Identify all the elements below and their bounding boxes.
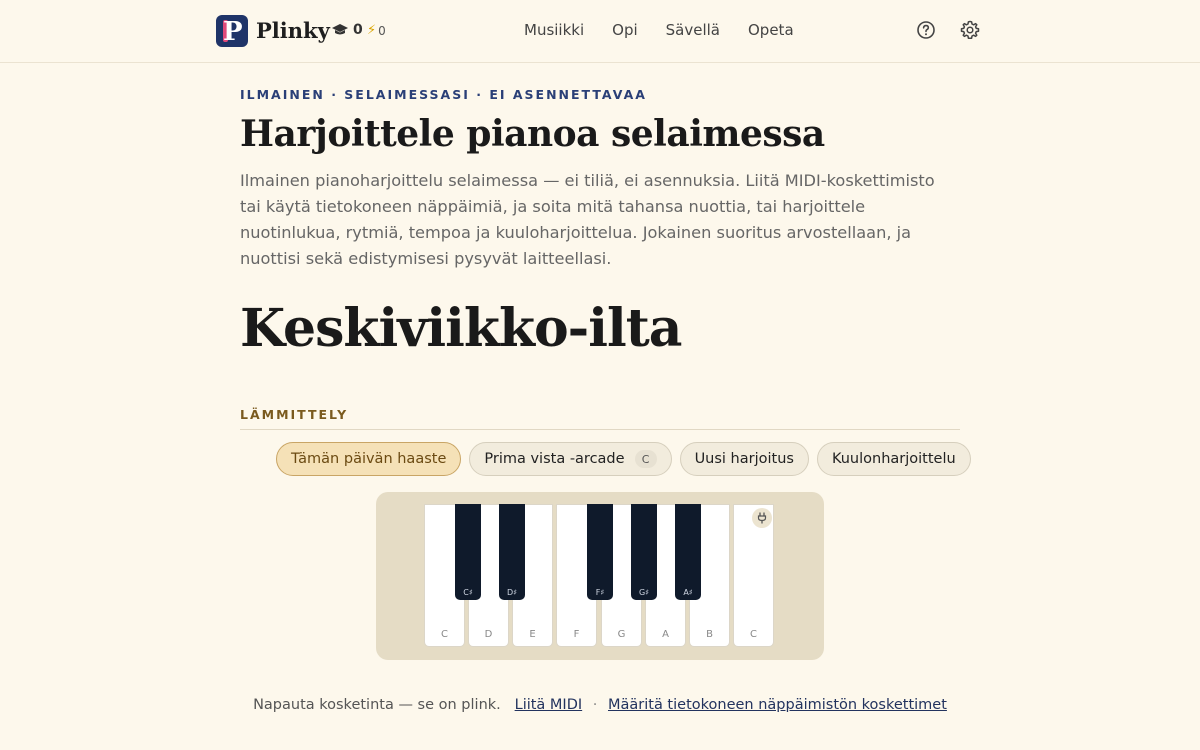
chip-label: Uusi harjoitus [694, 451, 794, 467]
top-bar: P Plinky 0 ⚡ 0 Musiikki Opi Sävellä Opet… [0, 0, 1200, 63]
lessons-stat: 0 [332, 22, 363, 38]
black-key[interactable]: A♯ [675, 504, 701, 600]
key-label: A [662, 629, 669, 640]
warmup-label: LÄMMITTELY [240, 407, 349, 422]
black-key[interactable]: G♯ [631, 504, 657, 600]
key-label: G♯ [638, 588, 650, 597]
key-label: D [484, 629, 493, 640]
black-key[interactable]: D♯ [499, 504, 525, 600]
nav-item-opeta[interactable]: Opeta [748, 21, 794, 39]
gear-icon[interactable] [960, 20, 980, 40]
chip-label: Kuulonharjoittelu [831, 451, 956, 467]
piano-keyboard: C D E F G A B C C♯ D♯ F♯ G♯ A♯ [376, 492, 824, 660]
section-divider [240, 429, 960, 430]
key-label: D♯ [506, 588, 518, 597]
lessons-count: 0 [353, 22, 363, 38]
chip-sight-reading-arcade[interactable]: Prima vista -arcade C [469, 442, 672, 476]
key-label: B [706, 629, 713, 640]
key-label: F♯ [595, 588, 605, 597]
hint-text: Napauta kosketinta — se on plink. [253, 697, 501, 713]
midi-plug-button[interactable] [752, 508, 772, 528]
piano-hint: Napauta kosketinta — se on plink. Liitä … [0, 697, 1200, 713]
key-label: A♯ [683, 588, 693, 597]
chip-ear-training[interactable]: Kuulonharjoittelu [816, 442, 971, 476]
key-label: C♯ [463, 588, 473, 597]
plug-icon [757, 512, 767, 524]
map-keyboard-keys-link[interactable]: Määritä tietokoneen näppäimistön koskett… [608, 697, 947, 713]
key-label: E [529, 629, 536, 640]
key-badge: C [634, 450, 657, 468]
chip-new-exercise[interactable]: Uusi harjoitus [679, 442, 809, 476]
brand-name[interactable]: Plinky [256, 18, 330, 43]
key-label: G [617, 629, 626, 640]
plinky-logo-icon[interactable]: P [216, 15, 248, 47]
page-title: Harjoittele pianoa selaimessa [240, 113, 825, 155]
graduation-cap-icon [332, 24, 348, 35]
warmup-chips: Tämän päivän haaste Prima vista -arcade … [276, 442, 971, 476]
separator: · [592, 697, 598, 713]
chip-daily-challenge[interactable]: Tämän päivän haaste [276, 442, 462, 476]
streak-stat: ⚡ 0 [367, 23, 386, 38]
streak-count: 0 [378, 23, 386, 38]
nav-item-savella[interactable]: Sävellä [666, 21, 720, 39]
main-nav: Musiikki Opi Sävellä Opeta [524, 21, 794, 39]
hero-description: Ilmainen pianoharjoittelu selaimessa — e… [240, 171, 935, 268]
chip-label: Prima vista -arcade [484, 451, 625, 467]
key-label: C [750, 629, 757, 640]
logo-letter: P [223, 17, 243, 47]
connect-midi-link[interactable]: Liitä MIDI [515, 697, 583, 713]
hero-eyebrow: ILMAINEN · SELAIMESSASI · EI ASENNETTAVA… [240, 87, 647, 102]
key-label: F [573, 629, 580, 640]
nav-item-opi[interactable]: Opi [612, 21, 638, 39]
greeting-heading: Keskiviikko-ilta [240, 298, 682, 359]
key-label: C [441, 629, 448, 640]
help-icon[interactable] [916, 20, 936, 40]
chip-label: Tämän päivän haaste [291, 451, 447, 467]
lightning-icon: ⚡ [367, 23, 377, 38]
black-key[interactable]: F♯ [587, 504, 613, 600]
black-key[interactable]: C♯ [455, 504, 481, 600]
nav-item-musiikki[interactable]: Musiikki [524, 21, 584, 39]
